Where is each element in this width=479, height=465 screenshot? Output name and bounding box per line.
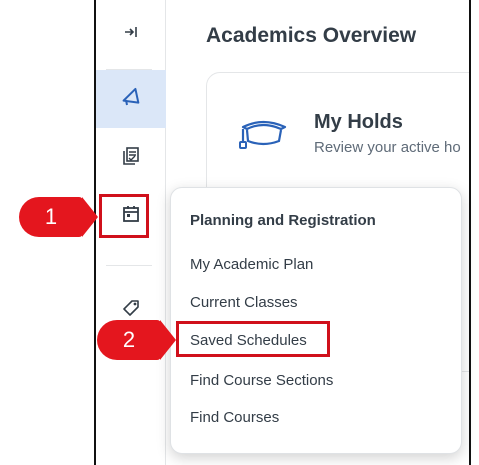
page-title: Academics Overview (206, 24, 417, 47)
graduation-cap-icon (237, 113, 289, 158)
sidebar-item-reports[interactable] (96, 138, 166, 178)
collapse-sidebar-button[interactable] (96, 16, 166, 52)
step-marker-2-pointer (160, 320, 176, 360)
menu-item-current-classes[interactable]: Current Classes (190, 294, 298, 311)
collapse-right-icon (123, 24, 139, 45)
step-marker-2: 2 (97, 320, 161, 360)
card-subtitle: Review your active ho (314, 139, 461, 156)
menu-item-find-course-sections[interactable]: Find Course Sections (190, 372, 333, 389)
reports-icon (121, 146, 141, 171)
step-marker-1-pointer (82, 197, 98, 237)
calendar-highlight-box (99, 194, 149, 238)
menu-item-my-academic-plan[interactable]: My Academic Plan (190, 256, 313, 273)
menu-header: Planning and Registration (190, 212, 376, 229)
menu-item-find-courses[interactable]: Find Courses (190, 409, 279, 426)
saved-schedules-highlight-box (176, 321, 330, 357)
megaphone-icon (119, 85, 143, 114)
step-marker-1: 1 (19, 197, 83, 237)
tag-icon (121, 298, 141, 323)
sidebar-item-announcements[interactable] (96, 70, 166, 128)
card-title: My Holds (314, 111, 403, 133)
sidebar-divider (106, 265, 152, 266)
